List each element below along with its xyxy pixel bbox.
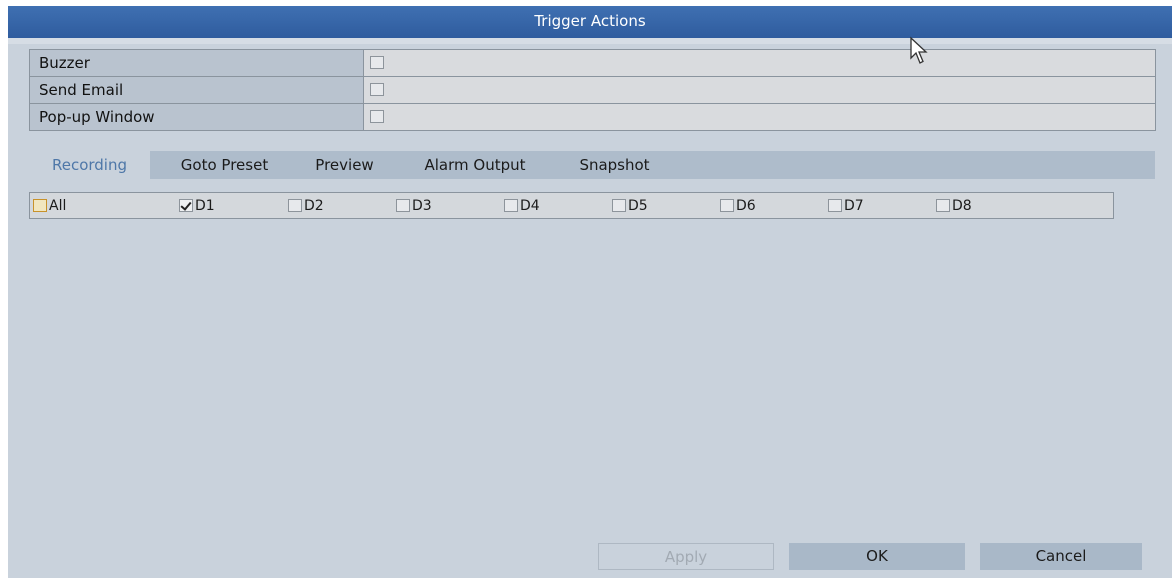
popup-window-checkbox[interactable] [370, 110, 384, 123]
channel-selection-row: All D1 D2 D3 D4 D5 D6 D7 D8 [29, 192, 1114, 219]
buzzer-checkbox[interactable] [370, 56, 384, 69]
channel-d4-label: D4 [520, 198, 540, 214]
option-row-popup-window: Pop-up Window [30, 104, 1156, 131]
option-label-send-email: Send Email [30, 77, 364, 103]
channel-d2-label: D2 [304, 198, 324, 214]
option-label-buzzer: Buzzer [30, 50, 364, 76]
d3-checkbox[interactable] [396, 198, 410, 212]
d4-checkbox[interactable] [504, 198, 518, 212]
option-label-popup-window: Pop-up Window [30, 104, 364, 130]
d8-checkbox[interactable] [936, 198, 950, 212]
channel-d5[interactable]: D5 [612, 198, 648, 214]
action-tabs: Recording Goto Preset Preview Alarm Outp… [29, 151, 1155, 179]
channel-d5-label: D5 [628, 198, 648, 214]
option-value-buzzer [364, 50, 1155, 76]
title-separator [8, 38, 1172, 44]
channel-d2[interactable]: D2 [288, 198, 324, 214]
channel-d1-label: D1 [195, 198, 215, 214]
send-email-checkbox[interactable] [370, 83, 384, 96]
channel-d4[interactable]: D4 [504, 198, 540, 214]
ok-button[interactable]: OK [789, 543, 965, 570]
tab-goto-preset[interactable]: Goto Preset [160, 151, 289, 179]
all-checkbox[interactable] [33, 198, 47, 212]
d2-checkbox[interactable] [288, 198, 302, 212]
channel-d8[interactable]: D8 [936, 198, 972, 214]
channel-d7[interactable]: D7 [828, 198, 864, 214]
option-value-send-email [364, 77, 1155, 103]
option-value-popup-window [364, 104, 1155, 130]
trigger-options-table: Buzzer Send Email Pop-up Window [29, 49, 1156, 131]
channel-d6[interactable]: D6 [720, 198, 756, 214]
tab-recording[interactable]: Recording [29, 151, 150, 179]
channel-all[interactable]: All [33, 198, 66, 214]
channel-d6-label: D6 [736, 198, 756, 214]
channel-d1[interactable]: D1 [179, 198, 215, 214]
trigger-actions-dialog: Trigger Actions Buzzer Send Email Pop-up… [8, 6, 1172, 578]
mouse-pointer-icon [910, 36, 928, 64]
d6-checkbox[interactable] [720, 198, 734, 212]
channel-all-label: All [49, 198, 67, 214]
option-row-buzzer: Buzzer [30, 50, 1156, 77]
d1-checkbox[interactable] [179, 198, 193, 212]
d7-checkbox[interactable] [828, 198, 842, 212]
cancel-button[interactable]: Cancel [980, 543, 1142, 570]
tab-preview[interactable]: Preview [300, 151, 389, 179]
d5-checkbox[interactable] [612, 198, 626, 212]
channel-d3-label: D3 [412, 198, 432, 214]
channel-d3[interactable]: D3 [396, 198, 432, 214]
option-row-send-email: Send Email [30, 77, 1156, 104]
dialog-title: Trigger Actions [8, 6, 1172, 38]
tab-snapshot[interactable]: Snapshot [566, 151, 663, 179]
channel-d7-label: D7 [844, 198, 864, 214]
channel-d8-label: D8 [952, 198, 972, 214]
tab-alarm-output[interactable]: Alarm Output [410, 151, 540, 179]
apply-button[interactable]: Apply [598, 543, 774, 570]
